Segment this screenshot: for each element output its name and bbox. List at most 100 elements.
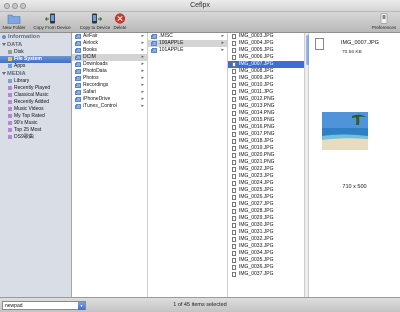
sidebar-item-disk[interactable]: Disk	[0, 49, 71, 56]
image-file-icon	[232, 55, 236, 60]
image-file-icon	[232, 202, 236, 207]
device-select[interactable]: newpad ▾	[2, 301, 86, 310]
folder-row[interactable]: AirFair ▸	[72, 33, 147, 40]
sidebar-information[interactable]: Information	[0, 33, 71, 41]
delete-button[interactable]: Delete	[112, 13, 128, 32]
sidebar-item-playlist[interactable]: 90's Music	[0, 120, 71, 127]
folder-row[interactable]: Safari ▸	[72, 89, 147, 96]
file-row[interactable]: IMG_0006.JPG	[228, 54, 304, 61]
apps-icon	[8, 63, 12, 68]
file-row[interactable]: IMG_0010.JPG	[228, 82, 304, 89]
file-row[interactable]: IMG_0034.JPG	[228, 250, 304, 257]
folder-row[interactable]: iTunes_Control ▸	[72, 103, 147, 110]
folder-row[interactable]: Photos ▸	[72, 75, 147, 82]
folder-row[interactable]: iPhoneDrive ▸	[72, 96, 147, 103]
image-file-icon	[232, 265, 236, 270]
file-row[interactable]: IMG_0017.PNG	[228, 131, 304, 138]
image-file-icon	[232, 97, 236, 102]
column-dcim: .MISC ▸ 100APPLE ▸ 101APPLE ▸	[148, 33, 228, 297]
sidebar-item-playlist[interactable]: Recently Played	[0, 85, 71, 92]
sidebar-item-label: Recently Added	[14, 99, 50, 105]
file-row[interactable]: IMG_0035.JPG	[228, 257, 304, 264]
file-row[interactable]: IMG_0007.JPG	[228, 61, 304, 68]
folder-row[interactable]: PhotoData ▸	[72, 68, 147, 75]
chevron-right-icon: ▸	[221, 40, 224, 46]
file-row[interactable]: IMG_0021.PNG	[228, 159, 304, 166]
file-row[interactable]: IMG_0008.JPG	[228, 68, 304, 75]
new-folder-button[interactable]: New Folder	[2, 13, 26, 32]
file-preview-icon	[315, 38, 324, 50]
file-row[interactable]: IMG_0015.PNG	[228, 117, 304, 124]
sidebar-item-playlist[interactable]: DS9歌曲	[0, 134, 71, 141]
sidebar-item-file-system[interactable]: File System	[0, 56, 71, 63]
file-row[interactable]: IMG_0004.JPG	[228, 40, 304, 47]
file-row[interactable]: IMG_0033.JPG	[228, 243, 304, 250]
file-row[interactable]: IMG_0032.JPG	[228, 236, 304, 243]
chevron-right-icon: ▸	[141, 96, 144, 102]
file-row[interactable]: IMG_0026.JPG	[228, 194, 304, 201]
file-row[interactable]: IMG_0036.JPG	[228, 264, 304, 271]
sidebar-item-playlist[interactable]: Recently Added	[0, 99, 71, 106]
sidebar-item-label: Recently Played	[14, 85, 51, 91]
toolbar: New Folder Copy From Device Copy to Devi…	[0, 12, 400, 33]
sidebar-item-playlist[interactable]: Top 25 Most	[0, 127, 71, 134]
file-row[interactable]: IMG_0016.PNG	[228, 124, 304, 131]
image-file-icon	[232, 167, 236, 172]
copy-to-device-button[interactable]: Copy to Device	[78, 13, 112, 32]
file-row[interactable]: IMG_0022.JPG	[228, 166, 304, 173]
sidebar-section-data[interactable]: DATA	[0, 41, 71, 49]
file-row[interactable]: IMG_0030.JPG	[228, 222, 304, 229]
sidebar-item-playlist[interactable]: Music Videos	[0, 106, 71, 113]
folder-row[interactable]: Books ▸	[72, 47, 147, 54]
chevron-right-icon: ▸	[221, 47, 224, 53]
preview-image	[322, 112, 368, 150]
sidebar-item-library[interactable]: Library	[0, 78, 71, 85]
folder-row[interactable]: Airlock ▸	[72, 40, 147, 47]
file-name: IMG_0008.JPG	[239, 68, 274, 74]
preferences-label: Preferences	[371, 25, 397, 30]
sidebar-item-label: Top 25 Most	[14, 127, 42, 133]
file-name: IMG_0015.PNG	[239, 117, 275, 123]
preferences-button[interactable]: Preferences	[370, 13, 398, 32]
chevron-right-icon: ▸	[221, 33, 224, 39]
file-name: IMG_0030.JPG	[239, 222, 274, 228]
folder-row[interactable]: Downloads ▸	[72, 61, 147, 68]
chevron-right-icon: ▸	[141, 33, 144, 39]
column-root: AirFair ▸ Airlock ▸ Books ▸ DCIM ▸ Downloads…	[72, 33, 148, 297]
folder-row[interactable]: 101APPLE ▸	[148, 47, 227, 54]
file-row[interactable]: IMG_0029.JPG	[228, 215, 304, 222]
folder-row[interactable]: 100APPLE ▸	[148, 40, 227, 47]
folder-row[interactable]: Recordings ▸	[72, 82, 147, 89]
image-file-icon	[232, 90, 236, 95]
file-row[interactable]: IMG_0011.JPG	[228, 89, 304, 96]
file-row[interactable]: IMG_0020.PNG	[228, 152, 304, 159]
folder-row[interactable]: .MISC ▸	[148, 33, 227, 40]
file-row[interactable]: IMG_0003.JPG	[228, 33, 304, 40]
sidebar-item-apps[interactable]: Apps	[0, 63, 71, 70]
sidebar-section-media[interactable]: MEDIA	[0, 70, 71, 78]
file-row[interactable]: IMG_0023.JPG	[228, 173, 304, 180]
file-row[interactable]: IMG_0014.PNG	[228, 110, 304, 117]
copy-from-device-button[interactable]: Copy From Device	[30, 13, 74, 32]
sidebar-item-playlist[interactable]: Classical Music	[0, 92, 71, 99]
file-row[interactable]: IMG_0024.JPG	[228, 180, 304, 187]
file-name: IMG_0035.JPG	[239, 257, 274, 263]
file-row[interactable]: IMG_0013.PNG	[228, 103, 304, 110]
file-row[interactable]: IMG_0027.JPG	[228, 201, 304, 208]
sidebar-item-playlist[interactable]: My Top Rated	[0, 113, 71, 120]
file-row[interactable]: IMG_0025.JPG	[228, 187, 304, 194]
file-name: IMG_0029.JPG	[239, 215, 274, 221]
file-row[interactable]: IMG_0005.JPG	[228, 47, 304, 54]
file-row[interactable]: IMG_0018.JPG	[228, 138, 304, 145]
folder-row[interactable]: DCIM ▸	[72, 54, 147, 61]
file-row[interactable]: IMG_0012.PNG	[228, 96, 304, 103]
file-name: IMG_0005.JPG	[239, 47, 274, 53]
file-row[interactable]: IMG_0028.JPG	[228, 208, 304, 215]
file-row[interactable]: IMG_0009.JPG	[228, 75, 304, 82]
file-row[interactable]: IMG_0031.JPG	[228, 229, 304, 236]
folder-icon	[7, 14, 21, 24]
image-file-icon	[232, 195, 236, 200]
sidebar-item-label: Apps	[14, 63, 26, 69]
file-row[interactable]: IMG_0019.JPG	[228, 145, 304, 152]
file-row[interactable]: IMG_0037.JPG	[228, 271, 304, 278]
